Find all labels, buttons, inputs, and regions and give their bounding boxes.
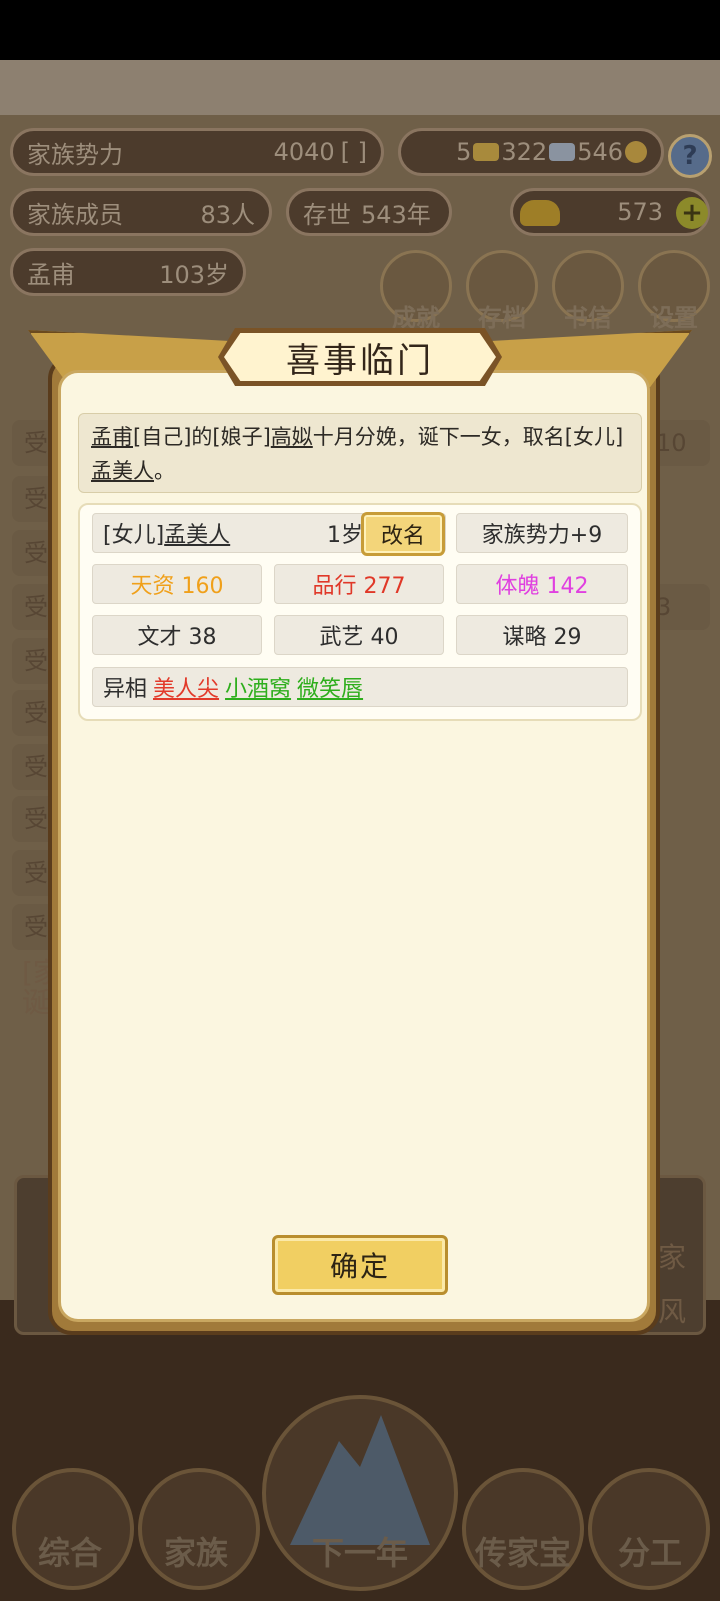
survival-value: 543年	[361, 200, 431, 229]
attr-conduct: 品行 277	[274, 564, 444, 604]
message-name-father[interactable]: 孟甫	[91, 425, 133, 449]
status-bar	[0, 0, 720, 60]
attr-physique-label: 体魄 142	[495, 574, 589, 599]
child-age: 1岁	[327, 523, 363, 548]
head-age: 103岁	[159, 260, 229, 289]
save-label: 存档	[478, 304, 526, 332]
gold-ingot-icon	[520, 200, 560, 226]
members-value: 83人	[200, 200, 255, 229]
heirloom-nav-label: 传家宝	[474, 1534, 571, 1572]
members-label: 家族成员	[27, 200, 123, 229]
trait-tag[interactable]: 小酒窝	[225, 671, 291, 703]
birth-message: 孟甫[自己]的[娘子]高姒十月分娩，诞下一女，取名[女儿] 孟美人。	[78, 413, 642, 493]
attr-martial-label: 武艺 40	[319, 625, 399, 650]
influence-value: 4040	[273, 138, 335, 166]
family-members-pill: 家族成员 83人	[10, 188, 272, 236]
rename-button[interactable]: 改名	[361, 512, 445, 556]
add-ingot-button[interactable]: +	[676, 197, 708, 229]
attr-conduct-label: 品行 277	[312, 574, 406, 599]
attr-talent: 天资 160	[92, 564, 262, 604]
attr-literary-label: 文才 38	[137, 625, 217, 650]
resources-pill: 5 322 546	[398, 128, 664, 176]
traits-row: 异相 美人尖 小酒窝 微笑唇	[92, 667, 628, 707]
settings-label: 设置	[650, 304, 698, 332]
family-nav-label: 家族	[163, 1534, 228, 1572]
message-name-mother[interactable]: 高姒	[271, 425, 313, 449]
message-relation: [自己]的[娘子]	[133, 425, 271, 449]
survival-label: 存世	[303, 200, 351, 229]
gold-bar-icon	[473, 143, 500, 161]
family-style-text-2: 风	[658, 1295, 687, 1328]
next-year-nav-label: 下一年	[311, 1534, 408, 1572]
traits-label: 异相	[103, 677, 148, 702]
attr-literary: 文才 38	[92, 615, 262, 655]
family-style-text-1: 家	[658, 1241, 687, 1274]
letters-label: 书信	[564, 304, 612, 332]
message-name-child[interactable]: 孟美人	[91, 459, 154, 483]
attr-martial: 武艺 40	[274, 615, 444, 655]
attr-strategy: 谋略 29	[456, 615, 628, 655]
trait-tag[interactable]: 微笑唇	[297, 671, 363, 703]
survival-pill: 存世 543年	[286, 188, 452, 236]
message-end: 。	[154, 459, 175, 483]
assignment-nav-label: 分工	[617, 1534, 682, 1572]
coin-icon	[625, 141, 647, 163]
influence-label: 家族势力	[27, 140, 123, 169]
overview-nav-label: 综合	[37, 1534, 102, 1572]
attr-strategy-label: 谋略 29	[502, 625, 582, 650]
head-pill: 孟甫 103岁	[10, 248, 246, 296]
silver-bar-icon	[549, 143, 576, 161]
influence-bonus: 家族势力+9	[456, 513, 628, 553]
head-name: 孟甫	[27, 260, 75, 289]
ingot-value: 573	[617, 198, 663, 226]
attr-talent-label: 天资 160	[130, 574, 224, 599]
trait-tag[interactable]: 美人尖	[153, 671, 219, 703]
child-relation: [女儿]	[103, 523, 165, 548]
confirm-button[interactable]: 确定	[272, 1235, 448, 1295]
message-text: 十月分娩，诞下一女，取名[女儿]	[312, 425, 624, 449]
child-name[interactable]: 孟美人	[164, 517, 230, 549]
resource-1-value: 5	[456, 138, 472, 166]
family-influence-pill: 家族势力 4040 [ ]	[10, 128, 384, 176]
help-button[interactable]: ?	[668, 134, 712, 178]
influence-tag: [ ]	[340, 138, 367, 166]
resource-3-value: 546	[577, 138, 623, 166]
dialog-title: 喜事临门	[224, 333, 496, 381]
top-banner	[0, 60, 720, 115]
resource-2-value: 322	[501, 138, 548, 166]
achievement-label: 成就	[392, 304, 440, 332]
attr-physique: 体魄 142	[456, 564, 628, 604]
